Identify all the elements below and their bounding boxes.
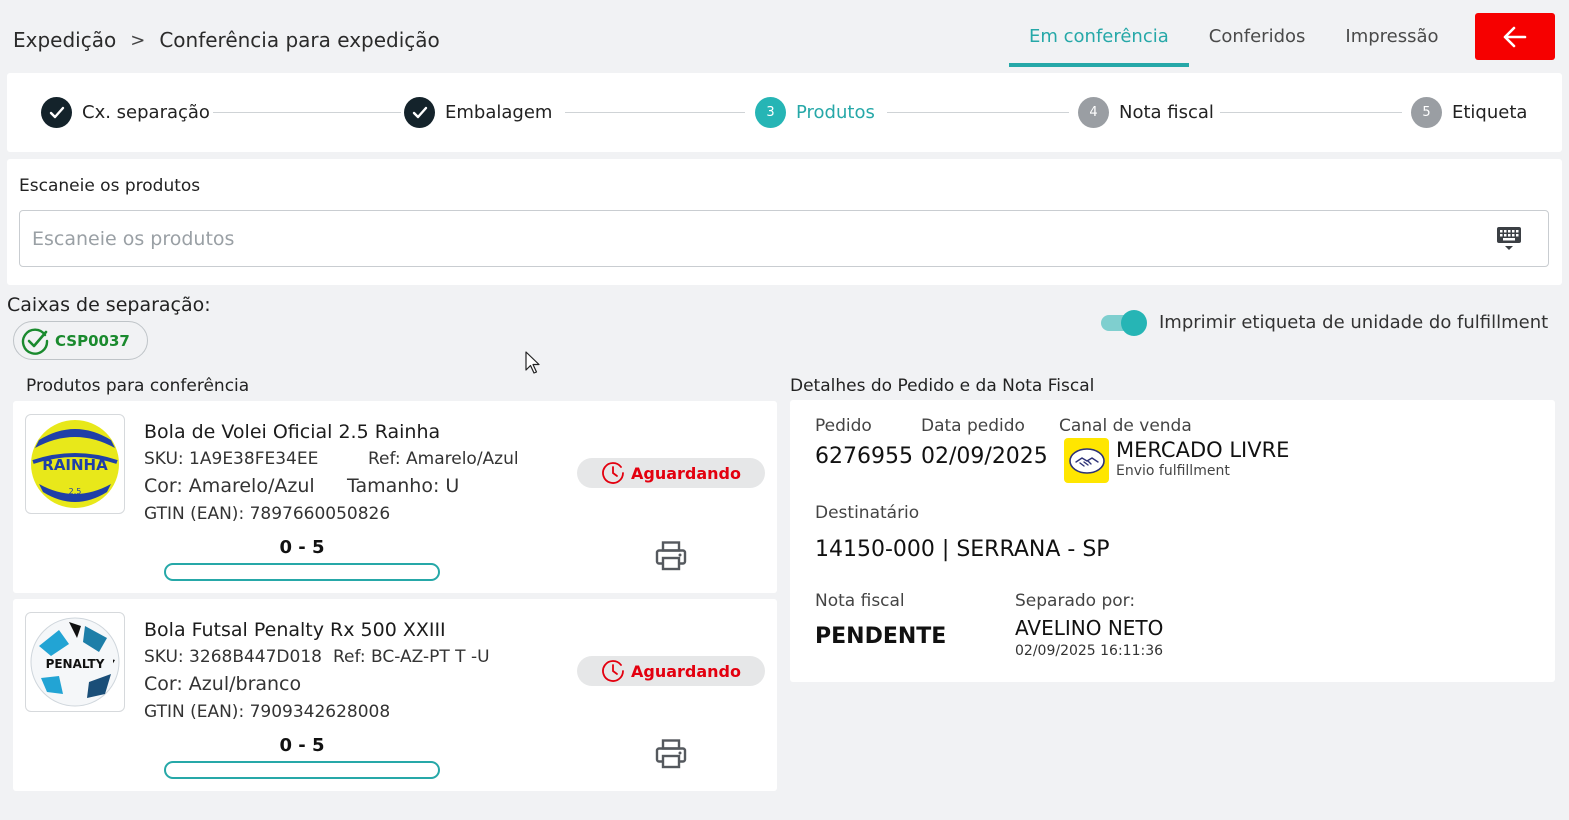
- invoice-status: PENDENTE: [815, 624, 947, 649]
- step-number: 3: [755, 97, 786, 128]
- step-connector: [1220, 112, 1402, 113]
- product-card: RAINHA 2.5 Bola de Volei Oficial 2.5 Rai…: [13, 401, 777, 593]
- recipient-label: Destinatário: [815, 503, 920, 523]
- breadcrumb-current: Conferência para expedição: [159, 28, 440, 52]
- arrow-left-icon: [1503, 26, 1527, 47]
- tab-impressao[interactable]: Impressão: [1325, 14, 1458, 67]
- printer-icon[interactable]: [655, 541, 687, 571]
- product-progress: [164, 761, 440, 779]
- order-number-label: Pedido: [815, 416, 872, 436]
- separated-by-timestamp: 02/09/2025 16:11:36: [1015, 643, 1164, 659]
- product-progress: [164, 563, 440, 581]
- order-details-card: Pedido 6276955 Data pedido 02/09/2025 Ca…: [790, 400, 1555, 682]
- keyboard-icon[interactable]: [1496, 226, 1522, 252]
- volleyball-icon: RAINHA 2.5: [31, 420, 119, 508]
- breadcrumb: Expedição > Conferência para expedição: [13, 28, 440, 52]
- products-title: Produtos para conferência: [26, 376, 250, 396]
- order-number: 6276955: [815, 444, 913, 469]
- scan-title: Escaneie os produtos: [19, 176, 201, 196]
- product-image-brand: PENALTY: [46, 657, 105, 671]
- clock-icon: [602, 462, 624, 484]
- print-label-toggle-label: Imprimir etiqueta de unidade do fulfillm…: [1159, 312, 1549, 333]
- sales-channel-label: Canal de venda: [1059, 416, 1192, 436]
- product-card: PENALTY Bola Futsal Penalty Rx 500 XXIII…: [13, 599, 777, 791]
- product-color: Cor: Azul/branco: [144, 673, 302, 695]
- tab-bar: Em conferência Conferidos Impressão: [1009, 14, 1459, 67]
- box-code: CSP0037: [55, 331, 130, 350]
- scan-input-wrapper[interactable]: [19, 210, 1549, 267]
- separated-by-name: AVELINO NETO: [1015, 616, 1164, 640]
- check-icon: [41, 97, 72, 128]
- product-image: RAINHA 2.5: [25, 414, 125, 514]
- back-button[interactable]: [1475, 13, 1555, 60]
- step-label: Nota fiscal: [1119, 102, 1214, 123]
- separated-by-label: Separado por:: [1015, 591, 1136, 611]
- recipient-value: 14150-000 | SERRANA - SP: [815, 537, 1110, 562]
- check-icon: [404, 97, 435, 128]
- boxes-label: Caixas de separação:: [7, 294, 211, 316]
- product-sku: SKU: 1A9E38FE34EE: [144, 449, 319, 469]
- step-embalagem[interactable]: Embalagem: [404, 97, 552, 128]
- step-connector: [887, 112, 1069, 113]
- tab-em-conferencia[interactable]: Em conferência: [1009, 14, 1189, 67]
- product-name: Bola Futsal Penalty Rx 500 XXIII: [144, 619, 446, 641]
- step-produtos[interactable]: 3 Produtos: [755, 97, 875, 128]
- status-text: Aguardando: [631, 661, 741, 681]
- top-bar: Expedição > Conferência para expedição E…: [0, 0, 1569, 72]
- product-ref: Ref: BC-AZ-PT T -U: [333, 647, 490, 667]
- status-badge: Aguardando: [577, 656, 765, 686]
- product-count: 0 - 5: [279, 735, 325, 756]
- product-ref: Ref: Amarelo/Azul: [368, 449, 519, 469]
- step-label: Produtos: [796, 102, 875, 123]
- breadcrumb-separator: >: [130, 29, 146, 51]
- svg-text:2.5: 2.5: [69, 487, 82, 496]
- scan-panel: Escaneie os produtos: [7, 159, 1562, 285]
- breadcrumb-root[interactable]: Expedição: [13, 28, 116, 52]
- product-size: Tamanho: U: [347, 475, 460, 497]
- check-circle-icon: [21, 327, 49, 355]
- mouse-cursor-icon: [525, 351, 540, 374]
- step-connector: [213, 112, 401, 113]
- invoice-label: Nota fiscal: [815, 591, 905, 611]
- sales-channel-name: MERCADO LIVRE: [1116, 438, 1290, 462]
- product-image: PENALTY: [25, 612, 125, 712]
- step-label: Cx. separação: [82, 102, 210, 123]
- clock-icon: [602, 660, 624, 682]
- stepper: Cx. separação Embalagem 3 Produtos 4 Not…: [7, 73, 1562, 152]
- step-connector: [565, 112, 745, 113]
- step-number: 5: [1411, 97, 1442, 128]
- step-etiqueta[interactable]: 5 Etiqueta: [1411, 97, 1527, 128]
- toggle-knob: [1121, 310, 1147, 336]
- mercado-livre-logo-icon: [1064, 438, 1109, 483]
- box-chip[interactable]: CSP0037: [13, 321, 148, 360]
- status-badge: Aguardando: [577, 458, 765, 488]
- step-label: Etiqueta: [1452, 102, 1528, 123]
- step-nota-fiscal[interactable]: 4 Nota fiscal: [1078, 97, 1214, 128]
- product-gtin: GTIN (EAN): 7897660050826: [144, 504, 391, 524]
- printer-icon[interactable]: [655, 739, 687, 769]
- scan-input[interactable]: [32, 227, 1472, 250]
- sales-channel-subtitle: Envio fulfillment: [1116, 463, 1230, 479]
- futsal-ball-icon: PENALTY: [30, 617, 120, 707]
- product-color: Cor: Amarelo/Azul: [144, 475, 315, 497]
- tab-conferidos[interactable]: Conferidos: [1189, 14, 1326, 67]
- print-label-toggle[interactable]: [1101, 310, 1147, 336]
- product-gtin: GTIN (EAN): 7909342628008: [144, 702, 391, 722]
- status-text: Aguardando: [631, 463, 741, 483]
- product-image-brand: RAINHA: [42, 456, 108, 474]
- product-sku: SKU: 3268B447D018: [144, 647, 322, 667]
- step-number: 4: [1078, 97, 1109, 128]
- step-cx-separacao[interactable]: Cx. separação: [41, 97, 210, 128]
- step-label: Embalagem: [445, 102, 553, 123]
- product-count: 0 - 5: [279, 537, 325, 558]
- order-date: 02/09/2025: [921, 444, 1048, 469]
- order-date-label: Data pedido: [921, 416, 1025, 436]
- product-name: Bola de Volei Oficial 2.5 Rainha: [144, 421, 441, 443]
- details-title: Detalhes do Pedido e da Nota Fiscal: [790, 376, 1095, 396]
